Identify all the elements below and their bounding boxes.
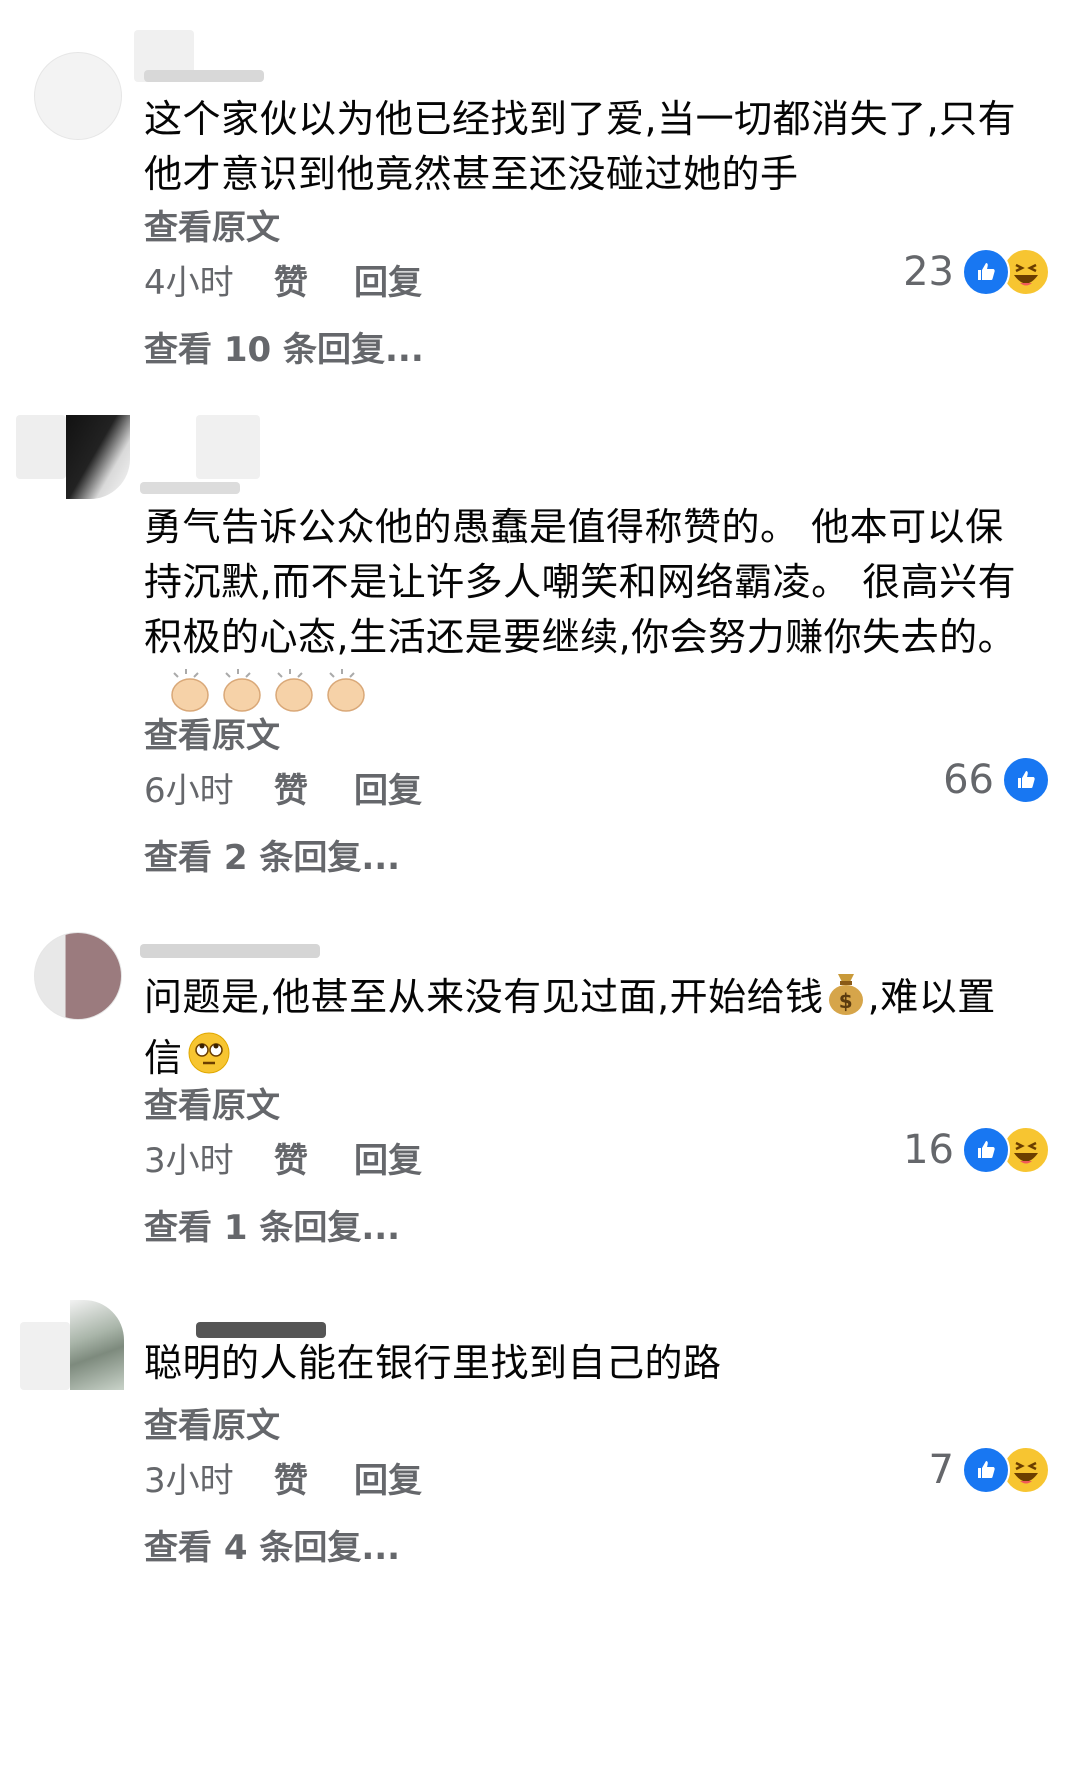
- timestamp: 3小时: [144, 1141, 234, 1181]
- username-blurred[interactable]: [140, 944, 320, 958]
- thumbs-up-icon: [962, 1126, 1010, 1174]
- timestamp: 4小时: [144, 263, 234, 303]
- avatar[interactable]: [70, 1300, 124, 1390]
- see-original-link[interactable]: 查看原文: [144, 1078, 280, 1127]
- like-button[interactable]: 赞: [274, 255, 354, 304]
- see-original-link[interactable]: 查看原文: [144, 200, 280, 249]
- like-button[interactable]: 赞: [274, 1133, 354, 1182]
- like-button[interactable]: 赞: [274, 1453, 354, 1502]
- timestamp: 6小时: [144, 771, 234, 811]
- username-blurred[interactable]: [144, 70, 264, 82]
- avatar[interactable]: [34, 52, 122, 140]
- comment-text: 聪明的人能在银行里找到自己的路: [144, 1341, 722, 1385]
- see-original-link[interactable]: 查看原文: [144, 1398, 280, 1447]
- comment-meta: 3小时赞回复: [144, 1453, 422, 1502]
- reaction-summary[interactable]: 7: [929, 1446, 1050, 1494]
- avatar[interactable]: [66, 415, 130, 499]
- comment-meta: 3小时赞回复: [144, 1133, 422, 1182]
- reaction-summary[interactable]: 66: [943, 756, 1050, 804]
- username-blurred[interactable]: [196, 415, 260, 479]
- reply-button[interactable]: 回复: [354, 255, 422, 304]
- thumbs-up-icon: [962, 1446, 1010, 1494]
- thumbs-up-icon: [962, 248, 1010, 296]
- reaction-count: 16: [903, 1127, 954, 1173]
- see-original-link[interactable]: 查看原文: [144, 708, 280, 757]
- reply-button[interactable]: 回复: [354, 1453, 422, 1502]
- reaction-summary[interactable]: 23: [903, 248, 1050, 296]
- reaction-count: 23: [903, 249, 954, 295]
- comment-text-body: 勇气告诉公众他的愚蠢是值得称赞的。 他本可以保持沉默,而不是让许多人嘲笑和网络霸…: [144, 505, 1017, 659]
- avatar[interactable]: [34, 932, 122, 1020]
- reply-button[interactable]: 回复: [354, 1133, 422, 1182]
- view-replies-link[interactable]: 查看 10 条回复...: [144, 322, 424, 371]
- comment-text: 问题是,他甚至从来没有见过面,开始给钱 $ ,难以置信: [144, 968, 1034, 1090]
- like-button[interactable]: 赞: [274, 763, 354, 812]
- money-bag-emoji: $: [824, 968, 868, 1031]
- comment-text: 勇气告诉公众他的愚蠢是值得称赞的。 他本可以保持沉默,而不是让许多人嘲笑和网络霸…: [144, 500, 1034, 732]
- username-blurred[interactable]: [140, 482, 240, 494]
- reaction-count: 66: [943, 757, 994, 803]
- view-replies-link[interactable]: 查看 4 条回复...: [144, 1520, 400, 1569]
- comment-text: 这个家伙以为他已经找到了爱,当一切都消失了,只有他才意识到他竟然甚至还没碰过她的…: [144, 97, 1017, 196]
- view-replies-link[interactable]: 查看 1 条回复...: [144, 1200, 400, 1249]
- comment-meta: 6小时赞回复: [144, 763, 422, 812]
- comment-meta: 4小时赞回复: [144, 255, 422, 304]
- comment-text-body: 问题是,他甚至从来没有见过面,开始给钱: [144, 975, 824, 1019]
- reply-button[interactable]: 回复: [354, 763, 422, 812]
- view-replies-link[interactable]: 查看 2 条回复...: [144, 830, 400, 879]
- thumbs-up-icon: [1002, 756, 1050, 804]
- avatar-blurred[interactable]: [16, 415, 66, 479]
- reaction-summary[interactable]: 16: [903, 1126, 1050, 1174]
- avatar-blurred[interactable]: [20, 1322, 70, 1390]
- reaction-count: 7: [928, 1447, 954, 1493]
- svg-text:$: $: [838, 989, 852, 1013]
- timestamp: 3小时: [144, 1461, 234, 1501]
